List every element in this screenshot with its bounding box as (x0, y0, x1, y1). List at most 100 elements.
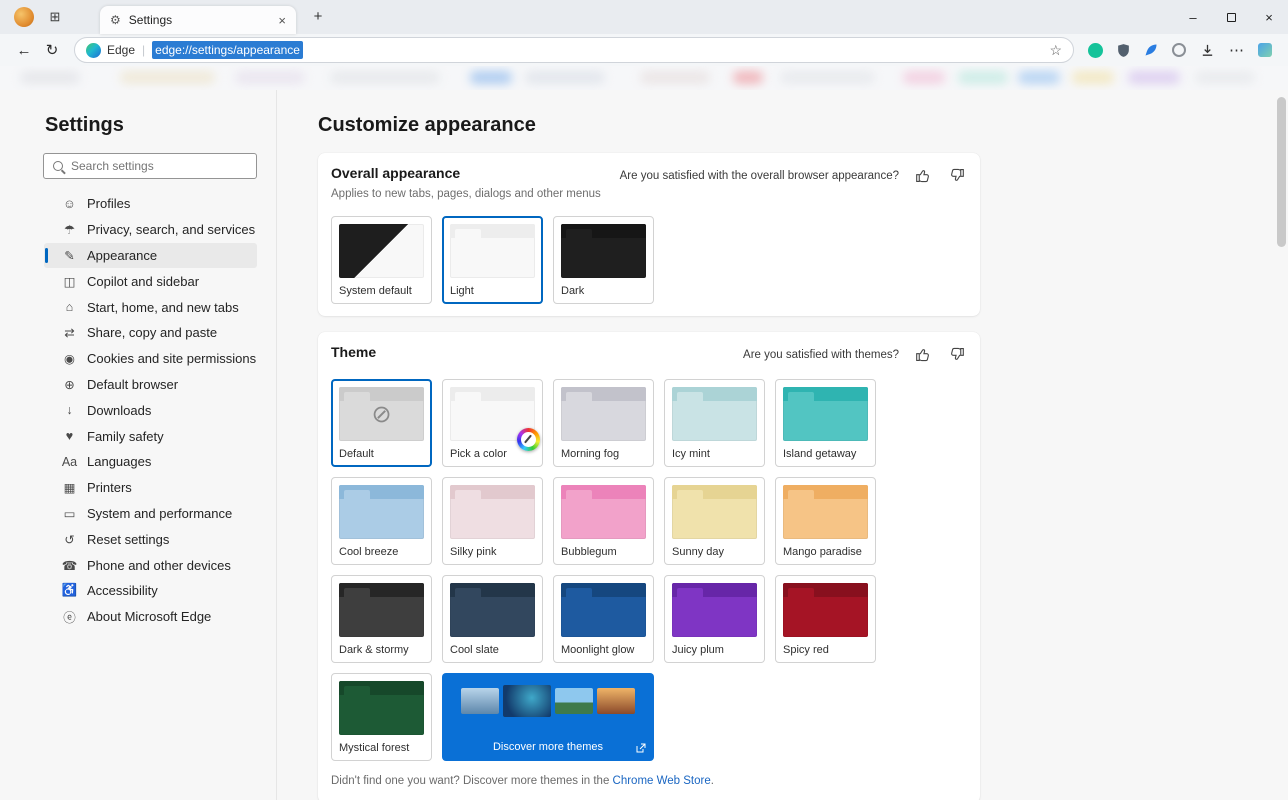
overall-appearance-title: Overall appearance (331, 165, 601, 181)
page-title: Customize appearance (318, 114, 1288, 137)
navigation-toolbar: ← ↻ Edge | edge://settings/appearance ☆ … (0, 34, 1288, 66)
theme-grid: ⊘ Default Pick a color Morning fog (331, 379, 967, 761)
thumbs-up-icon[interactable] (915, 346, 932, 363)
share-icon: ⇄ (61, 325, 78, 340)
theme-tile-mango-paradise[interactable]: Mango paradise (775, 477, 876, 565)
theme-footer: Didn't find one you want? Discover more … (331, 775, 967, 791)
profiles-icon: ☺ (61, 197, 78, 211)
new-tab-button[interactable]: + (308, 8, 328, 25)
sidebar-item-downloads[interactable]: ↓Downloads (44, 397, 257, 423)
theme-tile-silky-pink[interactable]: Silky pink (442, 477, 543, 565)
more-menu-icon[interactable]: ⋯ (1229, 41, 1244, 59)
theme-feedback-text: Are you satisfied with themes? (743, 349, 899, 361)
sidebar-item-default-browser[interactable]: ⊕Default browser (44, 372, 257, 398)
theme-tile-bubblegum[interactable]: Bubblegum (553, 477, 654, 565)
sidebar-item-languages[interactable]: AaLanguages (44, 449, 257, 475)
search-settings-input[interactable] (71, 159, 247, 173)
appearance-option-system-default[interactable]: System default (331, 216, 432, 304)
extension-icons: ⋯ (1088, 41, 1272, 59)
theme-tile-moonlight-glow[interactable]: Moonlight glow (553, 575, 654, 663)
discover-more-themes-label: Discover more themes (442, 741, 654, 753)
profile-avatar[interactable] (14, 7, 34, 27)
theme-tile-dark-stormy[interactable]: Dark & stormy (331, 575, 432, 663)
theme-tile-island-getaway[interactable]: Island getaway (775, 379, 876, 467)
theme-tile-morning-fog[interactable]: Morning fog (553, 379, 654, 467)
address-bar-separator: | (142, 43, 145, 57)
workspaces-icon[interactable]: ⊞ (45, 9, 65, 25)
minimize-button[interactable]: – (1174, 0, 1212, 34)
theme-tile-spicy-red[interactable]: Spicy red (775, 575, 876, 663)
appearance-option-light[interactable]: Light (442, 216, 543, 304)
sidebar-title: Settings (45, 114, 277, 137)
search-settings-box[interactable] (43, 153, 257, 179)
sidebar-item-reset-settings[interactable]: ↺Reset settings (44, 526, 257, 552)
theme-tile-mystical-forest[interactable]: Mystical forest (331, 673, 432, 761)
globe-icon: ⊕ (61, 377, 78, 392)
sidebar-item-phone-devices[interactable]: ☎Phone and other devices (44, 552, 257, 578)
theme-tile-default[interactable]: ⊘ Default (331, 379, 432, 467)
sidebar-item-system-performance[interactable]: ▭System and performance (44, 501, 257, 527)
address-url-selected[interactable]: edge://settings/appearance (152, 41, 303, 59)
theme-feedback: Are you satisfied with themes? (743, 346, 967, 363)
theme-tile-icy-mint[interactable]: Icy mint (664, 379, 765, 467)
theme-tile-juicy-plum[interactable]: Juicy plum (664, 575, 765, 663)
theme-tile-cool-breeze[interactable]: Cool breeze (331, 477, 432, 565)
sidebar-item-copilot-sidebar[interactable]: ◫Copilot and sidebar (44, 268, 257, 294)
maximize-icon (1227, 13, 1236, 22)
edge-logo-icon (86, 43, 101, 58)
shield-extension-icon[interactable] (1117, 43, 1130, 58)
theme-thumbnails (449, 685, 647, 717)
printer-icon: ▦ (61, 480, 78, 495)
system-default-preview (339, 224, 424, 278)
grammar-extension-icon[interactable] (1088, 43, 1103, 58)
feather-extension-icon[interactable] (1144, 43, 1158, 57)
download-icon: ↓ (61, 403, 78, 417)
sidebar-item-accessibility[interactable]: ♿Accessibility (44, 578, 257, 604)
chrome-web-store-link[interactable]: Chrome Web Store (613, 775, 711, 787)
circle-extension-icon[interactable] (1172, 43, 1186, 57)
theme-tile-cool-slate[interactable]: Cool slate (442, 575, 543, 663)
external-link-icon (636, 743, 646, 753)
browser-essentials-icon[interactable] (1258, 43, 1272, 57)
light-preview (450, 224, 535, 278)
search-icon (53, 161, 63, 171)
accessibility-icon: ♿ (61, 583, 78, 598)
phone-icon: ☎ (61, 558, 78, 573)
back-button[interactable]: ← (10, 42, 38, 59)
maximize-button[interactable] (1212, 0, 1250, 34)
sidebar-item-about-edge[interactable]: ⓔAbout Microsoft Edge (44, 604, 257, 630)
cookies-icon: ◉ (61, 351, 78, 366)
thumbs-down-icon[interactable] (948, 346, 965, 363)
tab-settings[interactable]: ⚙ Settings × (100, 6, 296, 34)
sidebar-item-share-copy-paste[interactable]: ⇄Share, copy and paste (44, 320, 257, 346)
sidebar-nav: ☺Profiles ☂Privacy, search, and services… (0, 191, 277, 630)
settings-main: Customize appearance Overall appearance … (277, 90, 1288, 800)
favorite-star-icon[interactable]: ☆ (1049, 42, 1062, 59)
refresh-button[interactable]: ↻ (38, 41, 66, 59)
theme-tile-pick-a-color[interactable]: Pick a color (442, 379, 543, 467)
dark-preview (561, 224, 646, 278)
appearance-icon: ✎ (61, 248, 78, 263)
sidebar-item-printers[interactable]: ▦Printers (44, 475, 257, 501)
theme-tile-sunny-day[interactable]: Sunny day (664, 477, 765, 565)
languages-icon: Aa (61, 455, 78, 469)
tab-close-icon[interactable]: × (278, 13, 286, 28)
sidebar-item-family-safety[interactable]: ♥Family safety (44, 423, 257, 449)
sidebar-item-appearance[interactable]: ✎Appearance (44, 243, 257, 269)
sidebar-item-start-home-tabs[interactable]: ⌂Start, home, and new tabs (44, 294, 257, 320)
sidebar-item-cookies-permissions[interactable]: ◉Cookies and site permissions (44, 346, 257, 372)
sidebar-item-privacy[interactable]: ☂Privacy, search, and services (44, 217, 257, 243)
page-scrollbar-thumb[interactable] (1277, 97, 1286, 247)
thumbs-up-icon[interactable] (915, 167, 932, 184)
discover-more-themes-tile[interactable]: Discover more themes (442, 673, 654, 761)
thumbs-down-icon[interactable] (948, 167, 965, 184)
downloads-icon[interactable] (1200, 43, 1215, 58)
monitor-icon: ▭ (61, 506, 78, 521)
address-bar[interactable]: Edge | edge://settings/appearance ☆ (74, 37, 1074, 63)
sidebar-item-profiles[interactable]: ☺Profiles (44, 191, 257, 217)
edge-about-icon: ⓔ (61, 607, 78, 626)
favorites-bar-blurred (0, 66, 1288, 90)
appearance-option-dark[interactable]: Dark (553, 216, 654, 304)
overall-feedback-text: Are you satisfied with the overall brows… (620, 170, 899, 182)
close-button[interactable]: × (1250, 0, 1288, 34)
